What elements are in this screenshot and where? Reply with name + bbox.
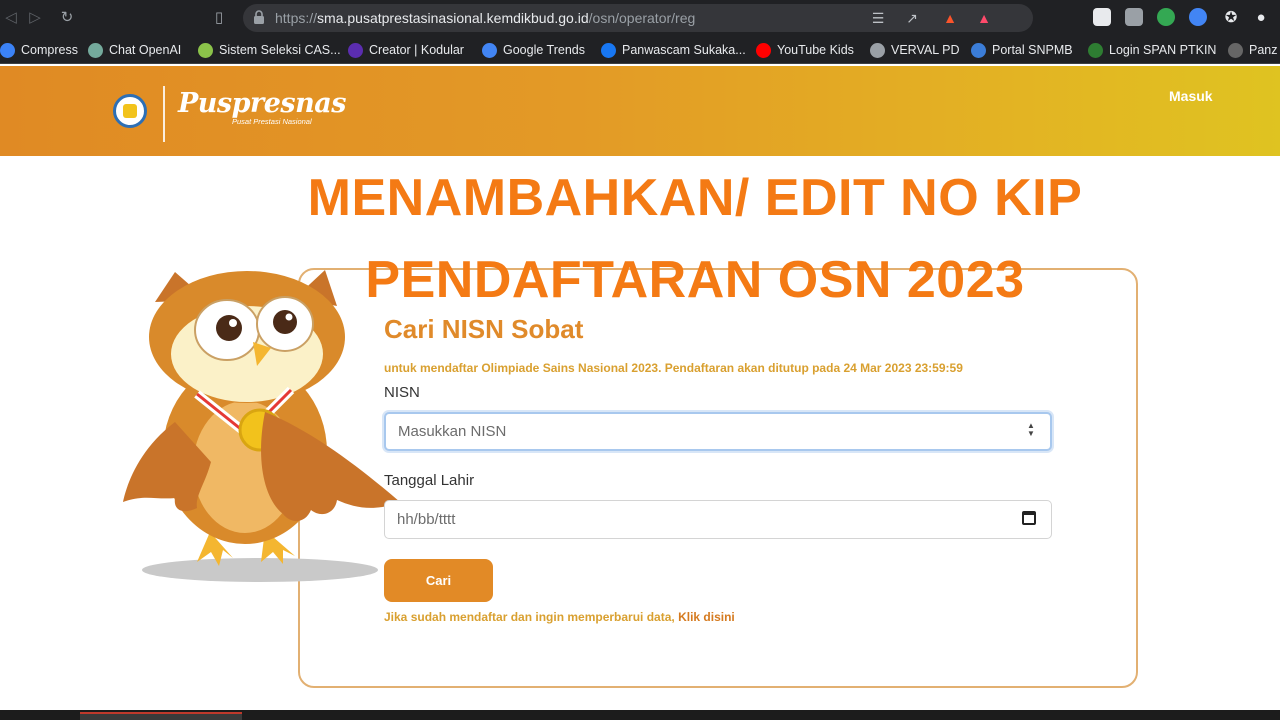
bookmark-item[interactable]: VERVAL PD (870, 41, 960, 59)
bookmark-item[interactable]: Sistem Seleksi CAS... (198, 41, 341, 59)
bookmark-item[interactable]: Google Trends (482, 41, 585, 59)
bookmark-item[interactable]: Creator | Kodular (348, 41, 464, 59)
nisn-input[interactable] (384, 412, 1052, 451)
bookmark-favicon-icon (198, 42, 213, 58)
os-taskbar (0, 710, 1280, 720)
update-data-note: Jika sudah mendaftar dan ingin memperbar… (384, 610, 735, 624)
bookmark-item[interactable]: Portal SNPMB (971, 41, 1073, 59)
bookmark-label: Sistem Seleksi CAS... (219, 43, 341, 57)
bookmark-icon[interactable]: ▯ (208, 7, 230, 29)
brave-rewards-icon[interactable]: ▲ (975, 9, 993, 27)
bookmark-favicon-icon (1088, 42, 1103, 58)
bookmark-label: Google Trends (503, 43, 585, 57)
bookmark-item[interactable]: Compress (0, 41, 78, 59)
reload-icon[interactable]: ↻ (56, 7, 78, 29)
card-title: Cari NISN Sobat (384, 314, 584, 344)
bookmark-favicon-icon (348, 42, 363, 58)
bookmark-favicon-icon (88, 42, 103, 58)
update-data-link[interactable]: Klik disini (678, 610, 735, 624)
logo-divider (163, 86, 165, 142)
bookmark-label: Panz (1249, 43, 1278, 57)
bookmark-favicon-icon (870, 42, 885, 58)
number-stepper-icon[interactable]: ▲ ▼ (1025, 422, 1037, 440)
bookmark-item[interactable]: YouTube Kids (756, 41, 854, 59)
address-bar[interactable]: https://sma.pusatprestasinasional.kemdik… (243, 4, 1033, 32)
bookmark-item[interactable]: Login SPAN PTKIN (1088, 41, 1216, 59)
birthdate-label: Tanggal Lahir (384, 472, 475, 489)
bookmark-label: Compress (21, 43, 78, 57)
bookmarks-bar: Compress Chat OpenAI Sistem Seleksi CAS...… (0, 36, 1280, 64)
birthdate-input[interactable] (384, 500, 1052, 539)
bookmark-favicon-icon (1228, 42, 1243, 58)
bookmark-item[interactable]: Panwascam Sukaka... (601, 41, 746, 59)
overlay-headline-line2: PENDAFTARAN OSN 2023 (365, 251, 1025, 309)
bookmark-label: YouTube Kids (777, 43, 854, 57)
kemdikbud-emblem-icon (113, 94, 147, 128)
forward-icon[interactable]: ▷ (24, 7, 46, 29)
back-icon[interactable]: ◁ (0, 7, 22, 29)
site-logo[interactable]: Puspresnas (178, 88, 346, 119)
bookmark-favicon-icon (971, 42, 986, 58)
bookmark-label: Portal SNPMB (992, 43, 1073, 57)
bookmark-label: Panwascam Sukaka... (622, 43, 746, 57)
bookmark-label: Login SPAN PTKIN (1109, 43, 1217, 57)
site-header: Puspresnas Pusat Prestasi Nasional Masuk (0, 66, 1280, 156)
bookmark-label: Chat OpenAI (109, 43, 182, 57)
taskbar-active-item[interactable] (80, 712, 242, 720)
bookmark-item[interactable]: Panz (1228, 41, 1278, 59)
calendar-icon[interactable] (1022, 511, 1036, 525)
browser-toolbar: ◁ ▷ ↻ ▯ https://sma.pusatprestasinasiona… (0, 0, 1280, 36)
search-button[interactable]: Cari (384, 559, 493, 602)
extension-icon[interactable] (1093, 8, 1111, 26)
registration-deadline-note: untuk mendaftar Olimpiade Sains Nasional… (384, 361, 963, 375)
extension-icon[interactable] (1157, 8, 1175, 26)
extension-icon[interactable] (1125, 8, 1143, 26)
puzzle-icon[interactable]: ✪ (1220, 7, 1242, 29)
extension-icon[interactable] (1189, 8, 1207, 26)
bookmark-favicon-icon (0, 42, 15, 58)
bookmark-item[interactable]: Chat OpenAI (88, 41, 181, 59)
site-logo-subtitle: Pusat Prestasi Nasional (232, 117, 312, 126)
nisn-label: NISN (384, 384, 420, 401)
bookmark-label: VERVAL PD (891, 43, 960, 57)
share-icon[interactable]: ↗ (903, 9, 921, 27)
bookmark-favicon-icon (482, 42, 497, 58)
login-link[interactable]: Masuk (1169, 88, 1213, 104)
brave-shield-icon[interactable]: ▲ (941, 9, 959, 27)
url-text: https://sma.pusatprestasinasional.kemdik… (275, 10, 696, 26)
overlay-headline-line1: MENAMBAHKAN/ EDIT NO KIP (307, 169, 1083, 227)
bookmark-label: Creator | Kodular (369, 43, 464, 57)
translate-icon[interactable]: ☰ (869, 9, 887, 27)
owl-mascot-illustration (123, 270, 400, 582)
profile-icon[interactable]: ● (1250, 7, 1272, 29)
update-data-text: Jika sudah mendaftar dan ingin memperbar… (384, 610, 679, 624)
lock-icon (254, 10, 264, 24)
bookmark-favicon-icon (601, 42, 616, 58)
bookmark-favicon-icon (756, 42, 771, 58)
